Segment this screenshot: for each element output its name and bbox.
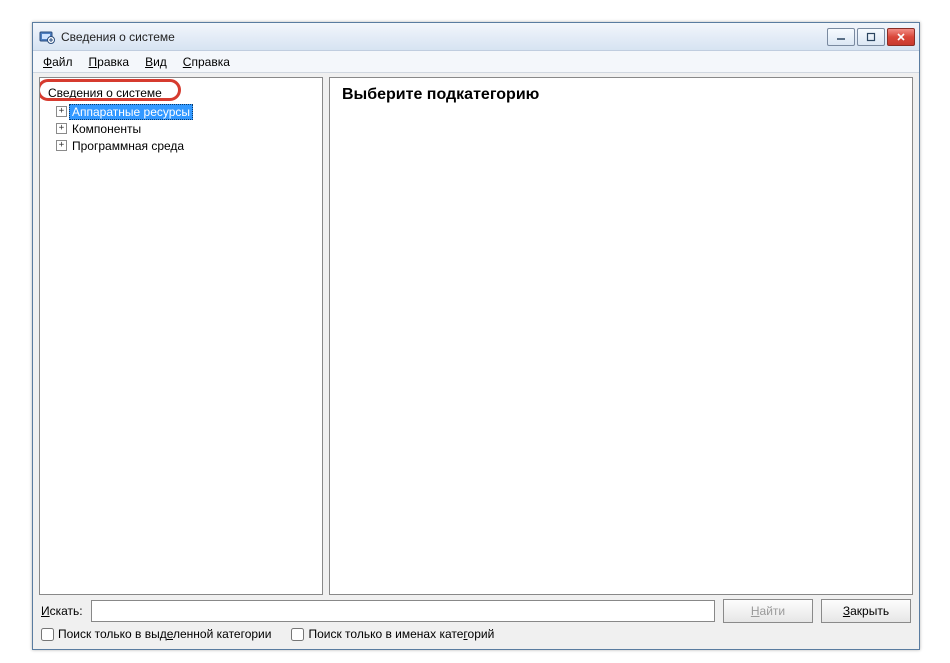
find-button[interactable]: Найти <box>723 599 813 623</box>
check-selected-category[interactable]: Поиск только в выделенной категории <box>41 627 271 641</box>
check-selected-category-box[interactable] <box>41 628 54 641</box>
menu-view[interactable]: Вид <box>137 53 175 71</box>
tree-item-label: Аппаратные ресурсы <box>69 104 193 120</box>
expand-icon[interactable]: + <box>56 106 67 117</box>
window-title: Сведения о системе <box>61 30 175 44</box>
tree-item-label: Компоненты <box>69 121 144 137</box>
tree-children: + Аппаратные ресурсы + Компоненты + Прог… <box>54 103 318 154</box>
minimize-button[interactable] <box>827 28 855 46</box>
search-options: Поиск только в выделенной категории Поис… <box>39 627 913 643</box>
search-input[interactable] <box>91 600 715 622</box>
search-bar: Искать: Найти Закрыть <box>39 599 913 623</box>
check-category-names-box[interactable] <box>291 628 304 641</box>
check-selected-category-label: Поиск только в выделенной категории <box>58 627 271 641</box>
search-label: Искать: <box>41 604 83 618</box>
expand-icon[interactable]: + <box>56 140 67 151</box>
detail-pane: Выберите подкатегорию <box>329 77 913 595</box>
window-controls <box>827 28 915 46</box>
check-category-names-label: Поиск только в именах категорий <box>308 627 494 641</box>
menu-edit[interactable]: Правка <box>81 53 138 71</box>
tree-item-software-environment[interactable]: + Программная среда <box>54 137 318 154</box>
tree-item-label: Программная среда <box>69 138 187 154</box>
app-icon <box>39 29 55 45</box>
check-category-names[interactable]: Поиск только в именах категорий <box>291 627 494 641</box>
split-panes: Сведения о системе + Аппаратные ресурсы … <box>39 77 913 595</box>
expand-icon[interactable]: + <box>56 123 67 134</box>
menu-bar: Файл Правка Вид Справка <box>33 51 919 73</box>
tree-item-hardware-resources[interactable]: + Аппаратные ресурсы <box>54 103 318 120</box>
detail-heading: Выберите подкатегорию <box>342 86 900 104</box>
system-information-window: Сведения о системе Файл Правка Вид Справ… <box>32 22 920 650</box>
menu-help[interactable]: Справка <box>175 53 238 71</box>
tree-item-components[interactable]: + Компоненты <box>54 120 318 137</box>
maximize-button[interactable] <box>857 28 885 46</box>
category-tree[interactable]: Сведения о системе + Аппаратные ресурсы … <box>39 77 323 595</box>
title-bar[interactable]: Сведения о системе <box>33 23 919 51</box>
client-area: Сведения о системе + Аппаратные ресурсы … <box>33 73 919 649</box>
tree-root[interactable]: Сведения о системе <box>44 84 166 102</box>
menu-file[interactable]: Файл <box>35 53 81 71</box>
close-search-button[interactable]: Закрыть <box>821 599 911 623</box>
close-button[interactable] <box>887 28 915 46</box>
